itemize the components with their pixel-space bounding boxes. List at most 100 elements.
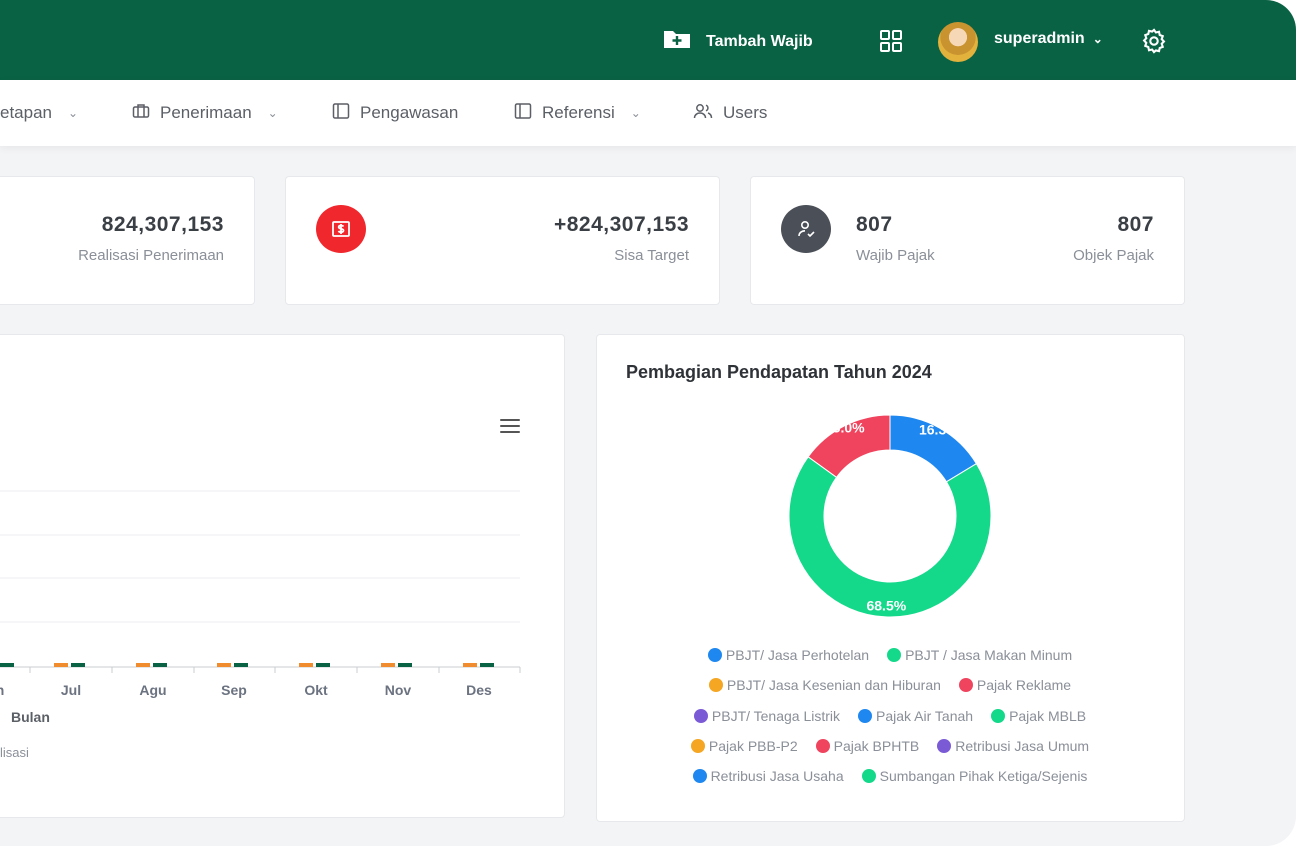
sisa-target-label: Sisa Target: [614, 247, 689, 264]
nav-item-referensi[interactable]: Referensi ⌄: [514, 80, 641, 146]
legend-label: PBJT/ Jasa Kesenian dan Hiburan: [726, 677, 941, 693]
legend-dot: [861, 769, 876, 783]
legend-dot: [958, 678, 973, 692]
legend-dot: [991, 709, 1006, 723]
bar-mark: [54, 663, 68, 667]
username-label: superadmin: [994, 30, 1085, 47]
x-tick-label: n: [0, 682, 30, 698]
chevron-down-icon: ⌄: [1092, 32, 1103, 46]
nav-label: Pengawasan: [360, 103, 459, 122]
nav-item-users[interactable]: Users: [693, 80, 767, 146]
legend-label: Pajak BPHTB: [833, 738, 920, 754]
bar-chart-gridlines: [0, 490, 521, 673]
chevron-down-icon: ⌄: [68, 106, 79, 120]
legend-item[interactable]: PBJT / Jasa Makan Minum: [887, 647, 1072, 663]
legend-label: PBJT / Jasa Makan Minum: [905, 647, 1073, 663]
legend-label: PBJT/ Jasa Perhotelan: [725, 647, 870, 663]
bar-mark: [316, 663, 330, 667]
bar-mark: [153, 663, 167, 667]
apps-grid-icon[interactable]: [879, 29, 903, 53]
objek-pajak-label: Objek Pajak: [1073, 247, 1154, 264]
legend-label: PBJT/ Tenaga Listrik: [711, 708, 841, 724]
legend-item[interactable]: PBJT/ Jasa Kesenian dan Hiburan: [708, 677, 941, 693]
bar-mark: [0, 663, 14, 667]
legend-dot: [887, 648, 902, 662]
folder-plus-icon: [662, 28, 692, 55]
realisasi-label: Realisasi Penerimaan: [78, 247, 224, 264]
top-header: Tambah Wajib superadmin ⌄: [0, 0, 1296, 80]
sisa-target-value: +824,307,153: [553, 213, 689, 236]
panel-icon: [514, 102, 532, 125]
legend-dot: [815, 739, 830, 753]
wajib-objek-card: 807 Wajib Pajak 807 Objek Pajak: [750, 176, 1185, 305]
legend-dot: [708, 678, 723, 692]
x-tick-label: Jul: [60, 682, 82, 698]
legend-item[interactable]: Pajak BPHTB: [815, 738, 920, 754]
legend-item[interactable]: PBJT/ Jasa Perhotelan: [707, 647, 870, 663]
x-tick-label: Des: [466, 682, 492, 698]
legend-label: Pajak Air Tanah: [876, 708, 974, 724]
legend-dot: [692, 769, 707, 783]
legend-row: Retribusi Jasa Usaha Sumbangan Pihak Ket…: [596, 768, 1184, 784]
tambah-wajib-label: Tambah Wajib: [706, 32, 813, 50]
slice-data-label: 68.5%: [866, 597, 906, 613]
bar-mark: [136, 663, 150, 667]
realisasi-card: 824,307,153 Realisasi Penerimaan: [0, 176, 255, 305]
legend-dot: [707, 648, 722, 662]
x-tick-label: Agu: [139, 682, 167, 698]
avatar[interactable]: [938, 22, 978, 62]
legend-label: Pajak Reklame: [976, 677, 1072, 693]
nav-item-penetapan[interactable]: etapan ⌄: [0, 80, 78, 146]
chevron-down-icon: ⌄: [630, 106, 641, 120]
legend-dot: [690, 739, 705, 753]
legend-row: PBJT/ Jasa Perhotelan PBJT / Jasa Makan …: [596, 647, 1184, 663]
legend-item[interactable]: Pajak Reklame: [958, 677, 1072, 693]
nav-label: Users: [723, 103, 768, 122]
legend-label: Retribusi Jasa Umum: [955, 738, 1090, 754]
legend-label: Sumbangan Pihak Ketiga/Sejenis: [879, 768, 1088, 784]
panel-icon: [332, 102, 350, 125]
legend-row: Pajak PBB-P2 Pajak BPHTB Retribusi Jasa …: [596, 738, 1184, 754]
legend-dot: [937, 739, 952, 753]
money-icon: [316, 205, 366, 253]
nav-item-penerimaan[interactable]: Penerimaan ⌄: [132, 80, 278, 146]
legend-label: Pajak PBB-P2: [708, 738, 798, 754]
briefcase-icon: [132, 102, 150, 125]
bar-mark: [398, 663, 412, 667]
nav-label: Penerimaan: [160, 103, 252, 122]
legend-dot: [858, 709, 873, 723]
legend-item[interactable]: PBJT/ Tenaga Listrik: [693, 708, 841, 724]
legend-item[interactable]: Pajak MBLB: [991, 708, 1086, 724]
legend-item[interactable]: Pajak PBB-P2: [690, 738, 798, 754]
legend-dot: [693, 709, 708, 723]
realisasi-value: 824,307,153: [101, 213, 224, 236]
app-frame: Tambah Wajib superadmin ⌄ etapan ⌄ Pener…: [0, 0, 1296, 846]
sisa-target-card: +824,307,153 Sisa Target: [285, 176, 720, 305]
gear-icon[interactable]: [1140, 27, 1168, 55]
tambah-wajib-button[interactable]: Tambah Wajib: [662, 28, 813, 55]
donut-chart: 16.3% 68.5% 15.0%: [788, 414, 992, 618]
legend-realisasi[interactable]: lisasi: [0, 745, 29, 760]
bar-mark: [480, 663, 494, 667]
donut-slice[interactable]: [788, 456, 992, 618]
wajib-pajak-label: Wajib Pajak: [856, 247, 935, 264]
hamburger-menu-icon[interactable]: [500, 419, 520, 437]
legend-item[interactable]: Retribusi Jasa Usaha: [692, 768, 844, 784]
nav-item-pengawasan[interactable]: Pengawasan: [332, 80, 458, 146]
user-menu[interactable]: superadmin ⌄: [994, 30, 1103, 48]
legend-item[interactable]: Retribusi Jasa Umum: [937, 738, 1089, 754]
bar-mark: [234, 663, 248, 667]
bar-mark: [381, 663, 395, 667]
x-tick-label: Nov: [384, 682, 412, 698]
bar-mark: [71, 663, 85, 667]
x-tick-label: Okt: [304, 682, 328, 698]
bar-mark: [463, 663, 477, 667]
legend-item[interactable]: Sumbangan Pihak Ketiga/Sejenis: [861, 768, 1088, 784]
wajib-pajak-value: 807: [856, 213, 893, 236]
bar-mark: [299, 663, 313, 667]
slice-data-label: 16.3%: [919, 421, 959, 437]
user-check-icon: [781, 205, 831, 253]
legend-item[interactable]: Pajak Air Tanah: [858, 708, 973, 724]
nav-label: etapan: [0, 103, 52, 122]
legend-row: PBJT/ Jasa Kesenian dan Hiburan Pajak Re…: [596, 677, 1184, 693]
